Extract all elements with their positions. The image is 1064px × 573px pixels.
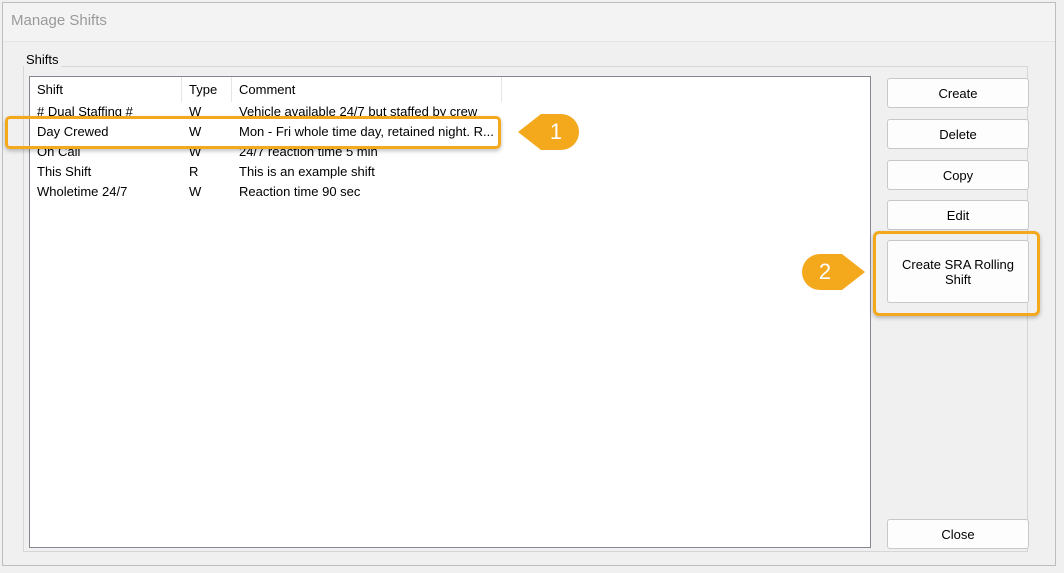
- copy-button[interactable]: Copy: [887, 160, 1029, 190]
- cell-shift: Wholetime 24/7: [37, 184, 128, 199]
- callout-1-marker: 1: [517, 112, 581, 152]
- cell-comment: Reaction time 90 sec: [239, 184, 361, 199]
- column-header-shift[interactable]: Shift: [30, 77, 182, 102]
- cell-type: W: [189, 184, 202, 199]
- sra-button-highlight: [873, 231, 1040, 316]
- column-header-type[interactable]: Type: [182, 77, 232, 102]
- selected-row-highlight: [5, 116, 501, 149]
- window-title: Manage Shifts: [11, 12, 107, 29]
- table-row[interactable]: Wholetime 24/7 W Reaction time 90 sec: [30, 182, 530, 202]
- close-button[interactable]: Close: [887, 519, 1029, 549]
- edit-button[interactable]: Edit: [887, 200, 1029, 230]
- cell-type: R: [189, 164, 199, 179]
- column-header-comment[interactable]: Comment: [232, 77, 502, 102]
- list-header: Shift Type Comment: [30, 77, 530, 102]
- shifts-group-label: Shifts: [24, 52, 61, 67]
- callout-2-marker: 2: [800, 252, 866, 292]
- table-row[interactable]: This Shift R This is an example shift: [30, 162, 530, 182]
- cell-shift: This Shift: [37, 164, 92, 179]
- title-bar: Manage Shifts: [3, 3, 1055, 42]
- cell-comment: This is an example shift: [239, 164, 375, 179]
- callout-2-number: 2: [818, 259, 832, 284]
- create-button[interactable]: Create: [887, 78, 1029, 108]
- callout-1-number: 1: [549, 119, 563, 144]
- delete-button[interactable]: Delete: [887, 119, 1029, 149]
